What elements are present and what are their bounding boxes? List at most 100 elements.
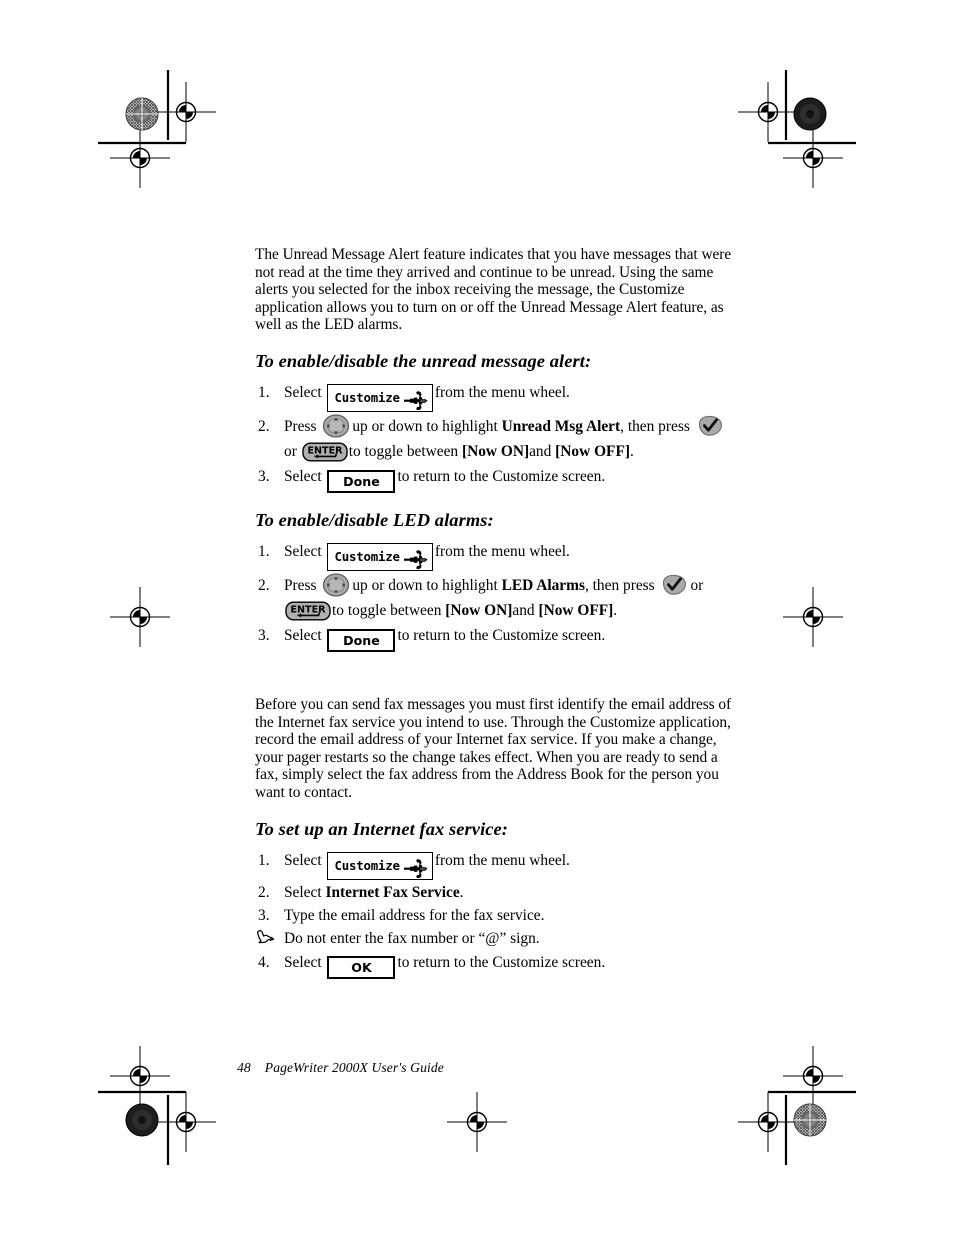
tools-icon — [403, 547, 428, 570]
tools-icon — [403, 856, 428, 878]
step-number: 2. — [258, 576, 270, 594]
heading-set-up-internet-fax-service: To set up an Internet fax service: — [255, 818, 509, 839]
registration-crosshair-top-right-lower — [782, 127, 844, 189]
step-text-part3: , then press — [620, 417, 690, 435]
svg-text:ENTER: ENTER — [290, 605, 326, 616]
step-text-part4: or — [690, 576, 704, 594]
step-number: 2. — [258, 417, 270, 435]
step-select-done: 3. Select Done to return to the Customize … — [255, 625, 733, 652]
step-text-part2: up or down to highlight — [352, 576, 498, 594]
registration-crosshair-top-right — [737, 81, 799, 143]
step-text-suffix: to return to the Customize screen. — [397, 467, 606, 485]
customize-menu-chip[interactable]: Customize — [327, 851, 433, 880]
step-text-part7: . — [613, 601, 618, 619]
heading-enable-disable-unread-message-alert: To enable/disable the unread message ale… — [255, 350, 592, 371]
step-text-prefix: Select — [284, 953, 322, 971]
steps-unread-message-alert: 1. Select Customize from the menu wheel. — [255, 380, 733, 493]
step-select-customize: 1. Select Customize from the menu wheel. — [255, 539, 733, 571]
steps-internet-fax-service-final: 4. Select OK to return to the Customize sc… — [255, 952, 733, 979]
ok-button[interactable]: OK — [327, 955, 396, 979]
step-text-prefix: Select — [284, 467, 322, 485]
step-text-suffix: from the menu wheel. — [434, 542, 570, 560]
registration-crosshair-mid-right — [782, 586, 844, 648]
step-press-nav-to-highlight-led-alarms: 2. Press up or down to highlight LED Alar… — [255, 573, 733, 623]
registration-crosshair-bottom-left — [155, 1091, 217, 1153]
step-text-part6: and — [529, 442, 552, 460]
step-select-ok: 4. Select OK to return to the Customize sc… — [255, 952, 733, 979]
footer-page-number: 48 — [237, 1060, 251, 1075]
step-text-part5: to toggle between — [332, 601, 442, 619]
customize-chip-label: Customize — [334, 857, 400, 873]
step-text-prefix: Select — [284, 626, 322, 644]
density-target-top-right — [793, 97, 827, 131]
enter-key-icon[interactable]: ENTER — [301, 442, 348, 462]
value-now-off: [Now OFF] — [538, 601, 614, 619]
tools-icon — [403, 388, 428, 411]
step-text-part4: or — [284, 442, 297, 460]
step-select-done: 3. Select Done to return to the Customize … — [255, 466, 733, 493]
registration-crosshair-bottom-right-upper — [782, 1045, 844, 1107]
step-number: 3. — [258, 626, 270, 644]
done-button[interactable]: Done — [327, 469, 396, 493]
step-text-part3: , then press — [584, 576, 655, 594]
density-target-bottom-left — [125, 1103, 159, 1137]
step-select-customize: 1. Select Customize from the menu wheel. — [255, 848, 733, 880]
fax-intro-paragraph: Before you can send fax messages you mus… — [255, 695, 732, 801]
customize-chip-label: Customize — [334, 548, 400, 564]
step-number: 1. — [258, 851, 270, 869]
step-text-suffix: to return to the Customize screen. — [397, 953, 606, 971]
star-target-top-left — [125, 97, 159, 131]
step-text-suffix: from the menu wheel. — [434, 851, 570, 869]
steps-internet-fax-service: 1. Select Customize from the menu wheel. — [255, 848, 733, 926]
step-number: 3. — [258, 467, 270, 485]
check-key-icon[interactable] — [659, 573, 689, 597]
registration-crosshair-mid-left — [109, 586, 171, 648]
registration-crosshair-bottom-right — [737, 1091, 799, 1153]
registration-crosshair-top-left-lower — [109, 127, 171, 189]
note-do-not-enter-fax-number: Do not enter the fax number or “@” sign. — [255, 928, 733, 950]
step-text-prefix: Select — [284, 851, 322, 869]
value-now-on: [Now ON] — [445, 601, 513, 619]
step-text-prefix: Select — [284, 883, 322, 901]
step-press-nav-to-highlight-unread-msg-alert: 2. Press up or down to highlight Unread M… — [255, 414, 733, 464]
check-key-icon[interactable] — [695, 414, 725, 438]
step-number: 1. — [258, 542, 270, 560]
step-text-suffix: to return to the Customize screen. — [397, 626, 606, 644]
step-text-part1: Press — [284, 576, 317, 594]
svg-text:ENTER: ENTER — [307, 446, 343, 457]
nav-wheel-icon[interactable] — [321, 573, 351, 597]
footer-spacer — [251, 1060, 265, 1075]
customize-menu-chip[interactable]: Customize — [327, 383, 433, 412]
menu-item-internet-fax-service: Internet Fax Service — [325, 883, 460, 901]
done-button[interactable]: Done — [327, 628, 396, 652]
step-number: 2. — [258, 883, 270, 901]
step-text-part6: and — [512, 601, 535, 619]
step-type-email-address: 3. Type the email address for the fax ser… — [255, 905, 733, 926]
step-text: Type the email address for the fax servi… — [284, 906, 545, 924]
registration-crosshair-top-left — [155, 81, 217, 143]
customize-menu-chip[interactable]: Customize — [327, 542, 433, 571]
heading-enable-disable-led-alarms: To enable/disable LED alarms: — [255, 509, 494, 530]
nav-wheel-icon[interactable] — [321, 414, 351, 438]
page-content: The Unread Message Alert feature indicat… — [255, 246, 733, 981]
star-target-bottom-right — [793, 1103, 827, 1137]
menu-item-unread-msg-alert: Unread Msg Alert — [501, 417, 621, 435]
registration-crosshair-bottom-center — [446, 1091, 508, 1153]
step-number: 1. — [258, 383, 270, 401]
step-select-customize: 1. Select Customize from the menu wheel. — [255, 380, 733, 412]
intro-paragraph: The Unread Message Alert feature indicat… — [255, 246, 732, 334]
value-now-off: [Now OFF] — [555, 442, 630, 460]
pointing-hand-icon — [255, 929, 277, 947]
step-select-internet-fax-service: 2. Select Internet Fax Service. — [255, 882, 733, 903]
steps-led-alarms: 1. Select Customize from the menu wheel. — [255, 539, 733, 652]
footer-title: PageWriter 2000X User's Guide — [264, 1060, 444, 1075]
page-footer: 48 PageWriter 2000X User's Guide — [237, 1060, 444, 1076]
step-text-part7: . — [629, 442, 634, 460]
customize-chip-label: Customize — [334, 389, 400, 405]
step-number: 3. — [258, 906, 270, 924]
step-text-suffix: from the menu wheel. — [434, 383, 570, 401]
step-text-part2: up or down to highlight — [352, 417, 498, 435]
step-text-part5: to toggle between — [348, 442, 459, 460]
enter-key-icon[interactable]: ENTER — [285, 601, 331, 621]
step-text-suffix: . — [459, 883, 464, 901]
